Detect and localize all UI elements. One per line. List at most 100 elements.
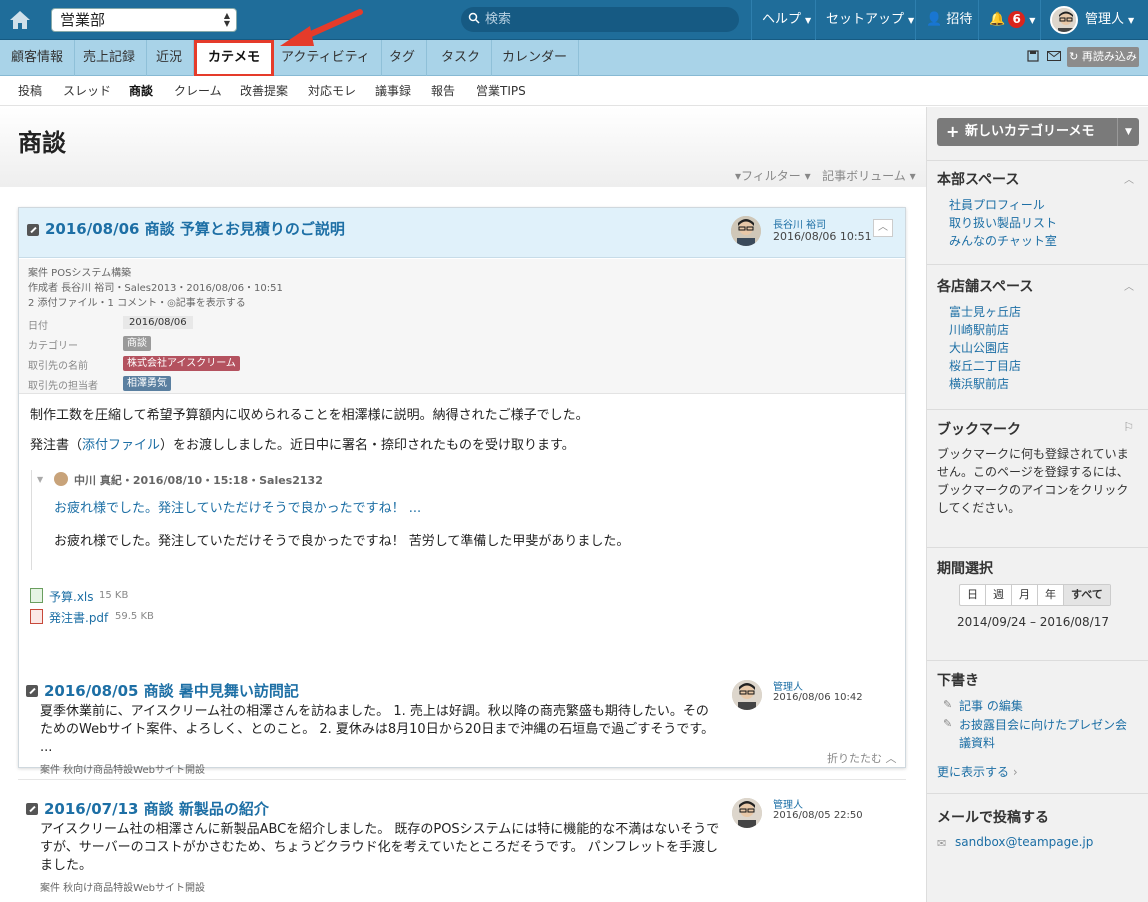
item-date: 2016/08/05 22:50 — [773, 810, 863, 821]
item-case[interactable]: 案件 秋向け商品特設Webサイト開設 — [40, 879, 205, 894]
tab-bar: 顧客情報 売上記録 近況 カテメモ アクティビティ タグ タスク カレンダー — [0, 40, 1148, 77]
chevron-up-icon[interactable]: ︿ — [1124, 278, 1134, 293]
main-content: 商談 ▾フィルター ▾ 記事ボリューム ▾ 2016/08/06 商談 予算とお… — [0, 107, 926, 902]
item-body-line1: アイスクリーム社の相澤さんに新製品ABCを紹介しました。 既存のPOSシステムに… — [40, 822, 720, 837]
period-all[interactable]: すべて — [1064, 585, 1110, 605]
file-link[interactable]: 発注書.pdf — [49, 609, 108, 626]
edit-icon[interactable] — [26, 685, 38, 697]
edit-icon[interactable] — [26, 803, 38, 815]
volume-button[interactable]: 記事ボリューム ▾ — [822, 169, 916, 183]
tab-sales[interactable]: 売上記録 — [72, 40, 148, 76]
sidebar-link[interactable]: みんなのチャット室 — [949, 232, 1057, 249]
chevron-down-icon[interactable]: ▼ — [37, 475, 43, 484]
subnav-item-tips[interactable]: 営業TIPS — [476, 76, 526, 106]
notifications-menu[interactable]: 🔔 6 ▼ — [978, 0, 1045, 40]
chevron-down-icon[interactable]: ▼ — [1117, 118, 1139, 146]
setup-menu[interactable]: セットアップ ▼ — [815, 0, 924, 40]
post-body-line1: 制作工数を圧縮して希望予算額内に収められることを相澤様に説明。納得されたご様子で… — [30, 408, 589, 423]
post-body-line2: 発注書（添付ファイル）をお渡ししました。近日中に署名・捺印されたものを受け取りま… — [30, 434, 575, 453]
filter-row: ▾フィルター ▾ 記事ボリューム ▾ — [735, 167, 916, 184]
tab-calendar[interactable]: カレンダー — [491, 40, 580, 76]
post-metadata: 案件 POSシステム構築 作成者 長谷川 裕司・Sales2013・2016/0… — [19, 259, 905, 394]
avatar — [54, 472, 68, 486]
post-title[interactable]: 2016/08/06 商談 予算とお見積りのご説明 — [45, 218, 345, 239]
save-icon[interactable] — [1027, 50, 1039, 62]
period-week[interactable]: 週 — [986, 585, 1012, 605]
mail-icon[interactable] — [1047, 51, 1061, 61]
file-size: 59.5 KB — [115, 611, 154, 622]
item-body-line2: すが、サーバーのコストがかさむため、ちょうどクラウド化を考えていたところだそうで… — [40, 840, 719, 855]
collapse-chevron-icon[interactable]: ︿ — [873, 219, 893, 237]
sidebar-link[interactable]: 大山公園店 — [949, 339, 1009, 356]
help-label: ヘルプ — [762, 12, 802, 27]
tab-category-memo[interactable]: カテメモ — [194, 40, 275, 77]
period-day[interactable]: 日 — [960, 585, 986, 605]
tab-tags[interactable]: タグ — [378, 40, 428, 76]
invite-label: 招待 — [946, 12, 973, 27]
filter-button[interactable]: ▾フィルター ▾ — [735, 169, 811, 183]
subnav-item-missed[interactable]: 対応モレ — [308, 76, 356, 106]
subnav-item-threads[interactable]: スレッド — [63, 76, 111, 106]
contact-tag[interactable]: 相澤勇気 — [123, 376, 171, 391]
draft-link[interactable]: お披露目会に向けたプレゼン会 — [959, 716, 1127, 733]
bookmark-text-line: してください。 — [937, 501, 1021, 515]
avatar[interactable] — [732, 798, 762, 828]
sidebar-link[interactable]: 富士見ヶ丘店 — [949, 303, 1021, 320]
period-month[interactable]: 月 — [1012, 585, 1038, 605]
reload-button[interactable]: ↻ 再読み込み — [1067, 47, 1139, 67]
subnav-item-posts[interactable]: 投稿 — [18, 76, 42, 106]
chevron-down-icon: ▼ — [1128, 16, 1135, 25]
comment: ▼ 中川 真紀・2016/08/10・15:18・Sales2132 お疲れ様で… — [31, 470, 893, 570]
space-select[interactable]: 営業部 ▲ ▼ — [51, 8, 237, 32]
item-author[interactable]: 管理人 — [773, 678, 803, 693]
mail-address-link[interactable]: sandbox@teampage.jp — [955, 835, 1093, 849]
file-link[interactable]: 予算.xls — [49, 588, 94, 605]
item-title[interactable]: 2016/07/13 商談 新製品の紹介 — [44, 798, 269, 819]
help-menu[interactable]: ヘルプ ▼ — [751, 0, 821, 40]
avatar[interactable] — [1050, 6, 1078, 34]
item-title[interactable]: 2016/08/05 商談 暑中見舞い訪問記 — [44, 680, 299, 701]
subnav-item-claims[interactable]: クレーム — [174, 76, 222, 106]
plus-icon: + — [946, 122, 960, 141]
new-category-memo-button[interactable]: + 新しいカテゴリーメモ ▼ — [937, 118, 1139, 146]
filter-label: フィルター — [741, 169, 801, 183]
item-body-line2: ためのWebサイト案件、よろしく、とのこと。 2. 夏休みは8月10日から20日… — [40, 722, 715, 737]
subnav-item-improvements[interactable]: 改善提案 — [240, 76, 288, 106]
home-icon[interactable] — [8, 8, 32, 32]
bookmark-icon[interactable]: ⚐ — [1123, 420, 1134, 434]
tab-activity[interactable]: アクティビティ — [270, 40, 382, 76]
item-author[interactable]: 管理人 — [773, 796, 803, 811]
pencil-icon: ✎ — [943, 717, 953, 730]
avatar[interactable] — [731, 216, 761, 246]
draft-link[interactable]: 記事 の編集 — [959, 697, 1023, 714]
show-more-link[interactable]: 更に表示する › — [937, 763, 1018, 780]
period-year[interactable]: 年 — [1038, 585, 1064, 605]
sidebar-link[interactable]: 取り扱い製品リスト — [949, 214, 1057, 231]
attach-line[interactable]: 2 添付ファイル・1 コメント・◎記事を表示する — [28, 294, 246, 309]
invite-button[interactable]: 👤 招待 — [915, 0, 982, 40]
avatar[interactable] — [732, 680, 762, 710]
draft-link-cont[interactable]: 議資料 — [959, 734, 995, 751]
search-input[interactable]: 検索 — [461, 7, 739, 32]
post-author[interactable]: 長谷川 裕司 — [773, 216, 826, 231]
sidebar-link[interactable]: 川崎駅前店 — [949, 321, 1009, 338]
tab-updates[interactable]: 近況 — [145, 40, 195, 76]
sidebar-link[interactable]: 社員プロフィール — [949, 196, 1045, 213]
tab-customers[interactable]: 顧客情報 — [0, 40, 76, 76]
item-case[interactable]: 案件 秋向け商品特設Webサイト開設 — [40, 761, 205, 776]
edit-icon[interactable] — [27, 224, 39, 236]
category-tag[interactable]: 商談 — [123, 336, 151, 351]
sidebar-link[interactable]: 桜丘二丁目店 — [949, 357, 1021, 374]
sidebar-link[interactable]: 横浜駅前店 — [949, 375, 1009, 392]
client-tag[interactable]: 株式会社アイスクリーム — [123, 356, 240, 371]
sub-nav: 投稿 スレッド 商談 クレーム 改善提案 対応モレ 議事録 報告 営業TIPS — [0, 76, 1148, 106]
search-icon — [468, 12, 480, 24]
subnav-item-minutes[interactable]: 議事録 — [375, 76, 411, 106]
subnav-item-negotiation[interactable]: 商談 — [129, 76, 153, 106]
setup-label: セットアップ — [826, 12, 905, 27]
tab-tasks[interactable]: タスク — [430, 40, 493, 76]
comment-preview[interactable]: お疲れ様でした。発注していただけそうで良かったですね！ ... — [54, 497, 421, 516]
subnav-item-reports[interactable]: 報告 — [431, 76, 455, 106]
attachment-link[interactable]: 添付ファイル — [82, 438, 160, 453]
chevron-up-icon[interactable]: ︿ — [1124, 171, 1134, 186]
